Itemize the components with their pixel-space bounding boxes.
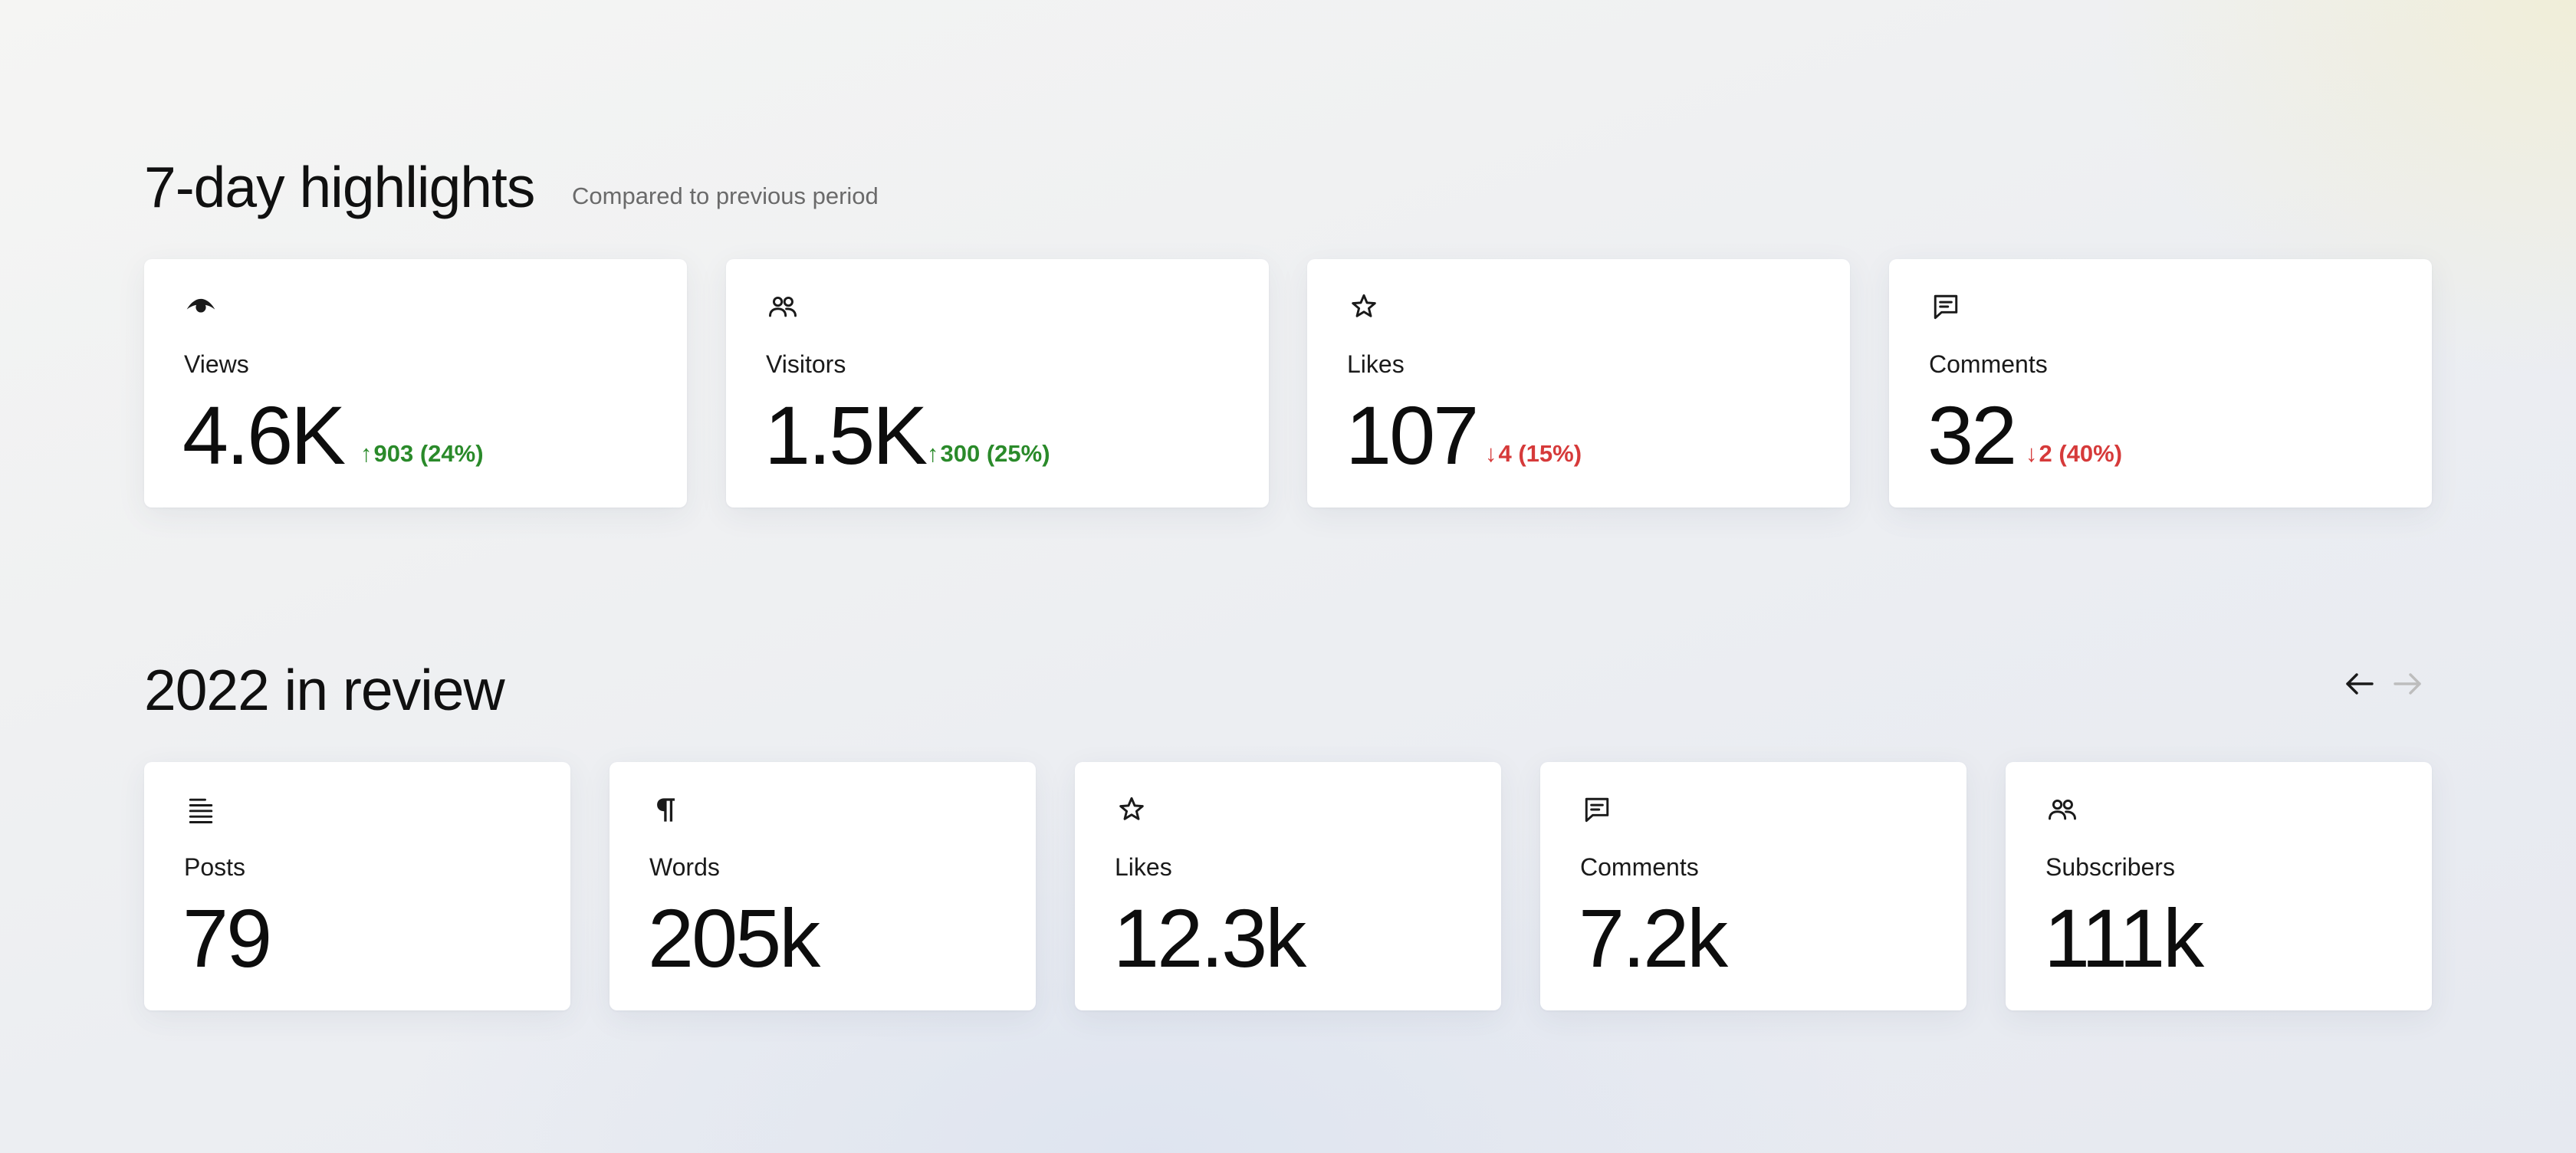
visitors-delta-value: 300 (25%)	[940, 440, 1050, 467]
comments-delta-value: 2 (40%)	[2039, 440, 2123, 467]
review-title: 2022 in review	[144, 658, 505, 722]
comments-label: Comments	[1929, 350, 2048, 378]
visitors-value: 1.5K	[764, 389, 928, 481]
posts-card[interactable]: Posts 79	[144, 762, 570, 1010]
star-icon	[1347, 290, 1381, 324]
likes-delta-value: 4 (15%)	[1498, 440, 1582, 467]
review-likes-card[interactable]: Likes 12.3k	[1075, 762, 1501, 1010]
review-comments-value: 7.2k	[1579, 892, 1728, 984]
review-comments-card[interactable]: Comments 7.2k	[1540, 762, 1967, 1010]
people-icon	[766, 290, 800, 324]
views-label: Views	[184, 350, 249, 378]
highlights-cards: Views 4.6K ↑903 (24%) Visitors 1.5K ↑300…	[144, 259, 2432, 508]
review-comments-label: Comments	[1580, 853, 1699, 881]
comments-delta: ↓2 (40%)	[2026, 440, 2122, 468]
likes-card[interactable]: Likes 107 ↓4 (15%)	[1307, 259, 1850, 508]
review-cards: Posts 79 Words 205k Likes 12.3k Comments…	[144, 762, 2432, 1010]
arrow-down-icon: ↓	[2026, 440, 2038, 467]
subscribers-label: Subscribers	[2045, 853, 2175, 881]
arrow-left-icon	[2346, 673, 2374, 695]
posts-value: 79	[182, 892, 272, 984]
review-likes-value: 12.3k	[1113, 892, 1306, 984]
highlights-subtitle: Compared to previous period	[572, 182, 879, 209]
visitors-delta: ↑300 (25%)	[927, 440, 1050, 468]
eye-icon	[184, 290, 218, 324]
comment-icon	[1580, 793, 1614, 826]
views-value: 4.6K	[182, 389, 346, 481]
review-nav	[2340, 661, 2432, 707]
views-card[interactable]: Views 4.6K ↑903 (24%)	[144, 259, 687, 508]
people-icon	[2045, 793, 2079, 826]
review-likes-label: Likes	[1115, 853, 1172, 881]
next-button[interactable]	[2387, 661, 2427, 707]
prev-button[interactable]	[2340, 661, 2380, 707]
visitors-label: Visitors	[766, 350, 846, 378]
words-label: Words	[649, 853, 720, 881]
views-delta: ↑903 (24%)	[360, 440, 484, 468]
subscribers-value: 111k	[2044, 892, 2204, 984]
words-value: 205k	[648, 892, 820, 984]
arrow-up-icon: ↑	[360, 440, 373, 467]
posts-label: Posts	[184, 853, 246, 881]
comment-icon	[1929, 290, 1963, 324]
lines-icon	[184, 793, 218, 826]
highlights-header: 7-day highlights Compared to previous pe…	[144, 150, 2432, 219]
arrow-down-icon: ↓	[1485, 440, 1497, 467]
views-delta-value: 903 (24%)	[373, 440, 484, 467]
comments-value: 32	[1927, 389, 2017, 481]
arrow-right-icon	[2394, 673, 2421, 695]
comments-card[interactable]: Comments 32 ↓2 (40%)	[1889, 259, 2432, 508]
arrow-up-icon: ↑	[927, 440, 939, 467]
likes-label: Likes	[1347, 350, 1405, 378]
visitors-card[interactable]: Visitors 1.5K ↑300 (25%)	[726, 259, 1269, 508]
likes-delta: ↓4 (15%)	[1485, 440, 1582, 468]
words-card[interactable]: Words 205k	[610, 762, 1036, 1010]
review-header: 2022 in review	[144, 653, 2432, 722]
review-section: 2022 in review Posts 79 Words 205k Likes…	[144, 653, 2432, 1013]
likes-value: 107	[1346, 389, 1479, 481]
highlights-section: 7-day highlights Compared to previous pe…	[144, 150, 2432, 511]
highlights-title: 7-day highlights	[144, 155, 535, 219]
star-icon	[1115, 793, 1148, 826]
subscribers-card[interactable]: Subscribers 111k	[2006, 762, 2432, 1010]
pilcrow-icon	[649, 793, 683, 826]
